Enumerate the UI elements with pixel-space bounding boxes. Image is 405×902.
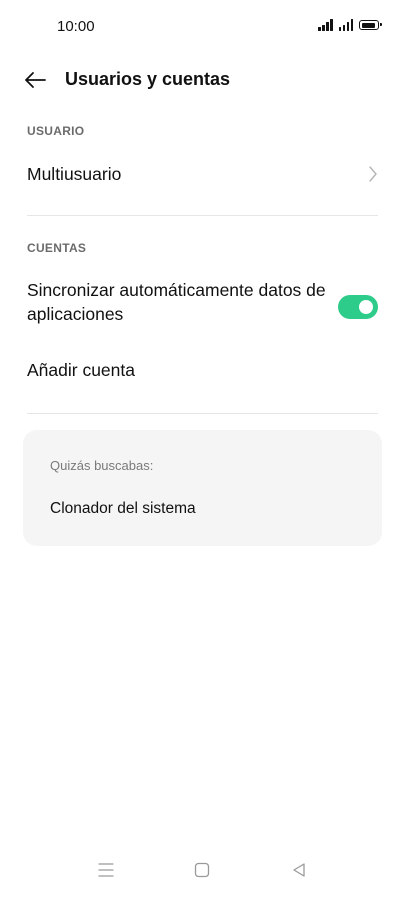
- suggestion-item[interactable]: Clonador del sistema: [50, 500, 196, 518]
- multiuser-row[interactable]: Multiusuario: [27, 162, 378, 190]
- menu-icon: [98, 863, 114, 877]
- page-title: Usuarios y cuentas: [65, 69, 231, 89]
- square-icon: [194, 862, 210, 878]
- signal-icon: [318, 19, 333, 31]
- multiuser-label: Multiusuario: [27, 164, 122, 184]
- arrow-left-icon: [25, 72, 46, 88]
- sync-row[interactable]: Sincronizar automáticamente datos de apl…: [27, 278, 378, 334]
- add-account-label: Añadir cuenta: [27, 360, 135, 380]
- back-button[interactable]: [22, 68, 48, 92]
- section-label-accounts: CUENTAS: [27, 241, 87, 255]
- add-account-row[interactable]: Añadir cuenta: [27, 358, 378, 386]
- divider: [27, 413, 378, 414]
- recents-button[interactable]: [94, 858, 118, 882]
- status-bar: 10:00: [0, 0, 405, 54]
- battery-icon: [359, 20, 382, 30]
- suggestions-card: Quizás buscabas: Clonador del sistema: [23, 430, 382, 546]
- toggle-knob: [359, 300, 373, 314]
- status-time: 10:00: [57, 18, 95, 35]
- divider: [27, 215, 378, 216]
- back-nav-button[interactable]: [287, 858, 311, 882]
- triangle-back-icon: [293, 863, 305, 877]
- app-header: Usuarios y cuentas: [0, 60, 405, 100]
- suggestions-header: Quizás buscabas:: [50, 458, 154, 473]
- status-icons: [318, 19, 382, 31]
- signal-icon-2: [338, 19, 353, 31]
- sync-label: Sincronizar automáticamente datos de apl…: [27, 280, 326, 324]
- sync-toggle[interactable]: [338, 295, 378, 319]
- section-label-user: USUARIO: [27, 124, 85, 138]
- navigation-bar: [0, 842, 405, 902]
- chevron-right-icon: [369, 166, 377, 182]
- home-button[interactable]: [190, 858, 214, 882]
